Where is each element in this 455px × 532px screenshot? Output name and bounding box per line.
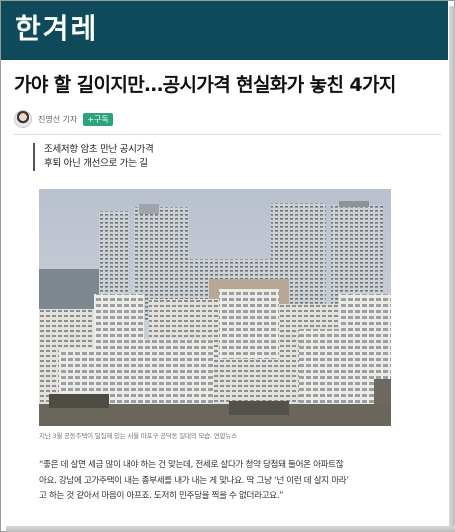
body-line: 아요. 강남에 고가주택이 내는 종부세를 내가 내는 게 맞나요. 딱 그냥 … (39, 475, 349, 486)
frame-shadow-bottom (6, 526, 455, 532)
apartment-photo-illustration (39, 189, 391, 426)
article-headline: 가야 할 길이지만…공시가격 현실화가 놓친 4가지 (14, 74, 396, 96)
reporter-name[interactable]: 진명선 기자 (38, 114, 77, 125)
subhead-line: 조세저항 암초 만난 공시가격 (44, 144, 154, 155)
divider (14, 134, 441, 135)
masthead: 한겨레 (1, 1, 448, 60)
apartment-photo[interactable] (39, 189, 391, 426)
subhead-line: 후퇴 아닌 개선으로 가는 길 (44, 158, 148, 169)
body-line: “좋은 데 살면 세금 많이 내야 하는 건 맞는데, 전세로 살다가 청약 당… (39, 460, 344, 470)
reporter-avatar[interactable] (14, 110, 32, 128)
article-subheads: 조세저항 암초 만난 공시가격 후퇴 아닌 개선으로 가는 길 (33, 143, 154, 171)
byline: 진명선 기자 +구독 (14, 108, 113, 130)
site-logo[interactable]: 한겨레 (15, 9, 98, 49)
frame-shadow-right (449, 6, 455, 532)
body-line: 고 하는 것 같아서 마음이 아프죠. 도저히 민주당을 찍을 수 없더라고요.… (39, 491, 284, 501)
subscribe-button[interactable]: +구독 (83, 112, 113, 126)
photo-caption: 지난 3월 공동주택이 밀집해 있는 서울 마포구 공덕동 일대의 모습. 연합… (39, 432, 237, 440)
article-body: “좋은 데 살면 세금 많이 내야 하는 건 맞는데, 전세로 살다가 청약 당… (39, 458, 403, 505)
